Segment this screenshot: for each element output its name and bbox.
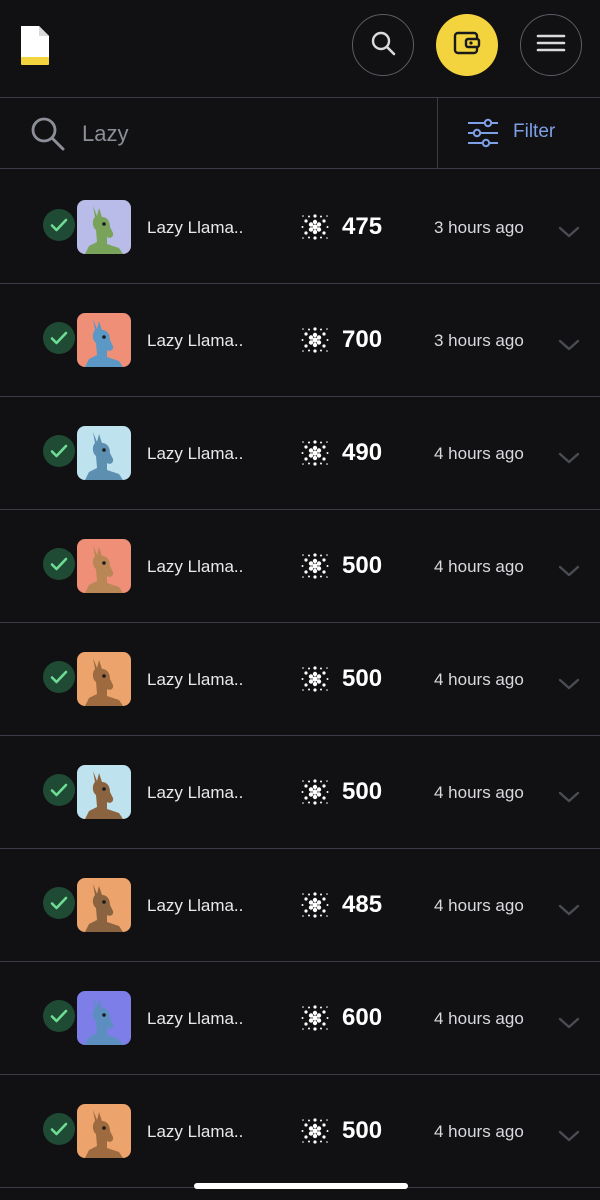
listing-name: Lazy Llama.. (147, 331, 244, 350)
listing-price: 600 (342, 1004, 383, 1031)
top-bar (0, 0, 600, 97)
cardano-ada-icon (300, 551, 330, 581)
listing-time: 4 hours ago (434, 896, 524, 915)
verified-check-icon (43, 887, 75, 919)
listing-price: 500 (342, 552, 383, 579)
search-bar: Filter (0, 97, 600, 169)
listing-time: 3 hours ago (434, 331, 524, 350)
cardano-ada-icon (300, 777, 330, 807)
verified-check-icon (43, 322, 75, 354)
listing-name: Lazy Llama.. (147, 670, 244, 689)
llama-nft-avatar (77, 539, 131, 593)
listing-time: 4 hours ago (434, 783, 524, 802)
listing-price: 700 (342, 326, 383, 353)
chevron-down-icon[interactable] (558, 225, 580, 239)
hamburger-menu-icon (536, 32, 566, 59)
chevron-down-icon[interactable] (558, 451, 580, 465)
cardano-ada-icon (300, 438, 330, 468)
sliders-icon (466, 118, 500, 148)
cardano-ada-icon (300, 212, 330, 242)
llama-nft-avatar (77, 1104, 131, 1158)
verified-check-icon (43, 435, 75, 467)
listing-row[interactable]: Lazy Llama.. 500 4 hours ago (0, 510, 600, 623)
listing-name: Lazy Llama.. (147, 444, 244, 463)
listing-time: 4 hours ago (434, 1122, 524, 1141)
listing-price: 500 (342, 665, 383, 692)
listing-row[interactable]: Lazy Llama.. 485 4 hours ago (0, 849, 600, 962)
listing-price: 475 (342, 213, 383, 240)
listing-time: 4 hours ago (434, 444, 524, 463)
chevron-down-icon[interactable] (558, 338, 580, 352)
wallet-button[interactable] (436, 14, 498, 76)
listing-row[interactable]: Lazy Llama.. 600 4 hours ago (0, 962, 600, 1075)
cardano-ada-icon (300, 890, 330, 920)
wallet-icon (453, 30, 481, 61)
cardano-ada-icon (300, 1116, 330, 1146)
listing-row[interactable]: Lazy Llama.. 500 4 hours ago (0, 623, 600, 736)
chevron-down-icon[interactable] (558, 903, 580, 917)
listing-row[interactable]: Lazy Llama.. 500 4 hours ago (0, 1075, 600, 1188)
listing-price: 500 (342, 1117, 383, 1144)
search-icon (370, 30, 396, 61)
verified-check-icon (43, 1113, 75, 1145)
llama-nft-avatar (77, 991, 131, 1045)
chevron-down-icon[interactable] (558, 790, 580, 804)
listing-row[interactable]: Lazy Llama.. 490 4 hours ago (0, 397, 600, 510)
search-button[interactable] (352, 14, 414, 76)
llama-nft-avatar (77, 652, 131, 706)
listing-name: Lazy Llama.. (147, 557, 244, 576)
llama-nft-avatar (77, 200, 131, 254)
filter-label: Filter (513, 121, 556, 142)
listing-row[interactable]: Lazy Llama.. 475 3 hours ago (0, 171, 600, 284)
chevron-down-icon[interactable] (558, 677, 580, 691)
menu-button[interactable] (520, 14, 582, 76)
listing-row[interactable]: Lazy Llama.. 500 4 hours ago (0, 736, 600, 849)
listing-list: Lazy Llama.. 475 3 hours ago Lazy Llama.… (0, 171, 600, 1188)
verified-check-icon (43, 209, 75, 241)
listing-time: 4 hours ago (434, 557, 524, 576)
search-icon (28, 114, 68, 154)
filter-button[interactable]: Filter (438, 98, 600, 168)
listing-price: 490 (342, 439, 383, 466)
home-indicator[interactable] (194, 1183, 408, 1189)
listing-name: Lazy Llama.. (147, 1122, 244, 1141)
listing-price: 485 (342, 891, 383, 918)
listing-time: 4 hours ago (434, 670, 524, 689)
llama-nft-avatar (77, 878, 131, 932)
verified-check-icon (43, 548, 75, 580)
cardano-ada-icon (300, 664, 330, 694)
document-logo-icon[interactable] (18, 24, 52, 68)
chevron-down-icon[interactable] (558, 564, 580, 578)
listing-time: 3 hours ago (434, 218, 524, 237)
chevron-down-icon[interactable] (558, 1129, 580, 1143)
listing-time: 4 hours ago (434, 1009, 524, 1028)
llama-nft-avatar (77, 426, 131, 480)
listing-name: Lazy Llama.. (147, 1009, 244, 1028)
listing-name: Lazy Llama.. (147, 783, 244, 802)
listing-price: 500 (342, 778, 383, 805)
llama-nft-avatar (77, 313, 131, 367)
verified-check-icon (43, 1000, 75, 1032)
search-input[interactable] (82, 116, 422, 152)
listing-name: Lazy Llama.. (147, 896, 244, 915)
listing-name: Lazy Llama.. (147, 218, 244, 237)
cardano-ada-icon (300, 1003, 330, 1033)
llama-nft-avatar (77, 765, 131, 819)
chevron-down-icon[interactable] (558, 1016, 580, 1030)
cardano-ada-icon (300, 325, 330, 355)
verified-check-icon (43, 661, 75, 693)
listing-row[interactable]: Lazy Llama.. 700 3 hours ago (0, 284, 600, 397)
verified-check-icon (43, 774, 75, 806)
